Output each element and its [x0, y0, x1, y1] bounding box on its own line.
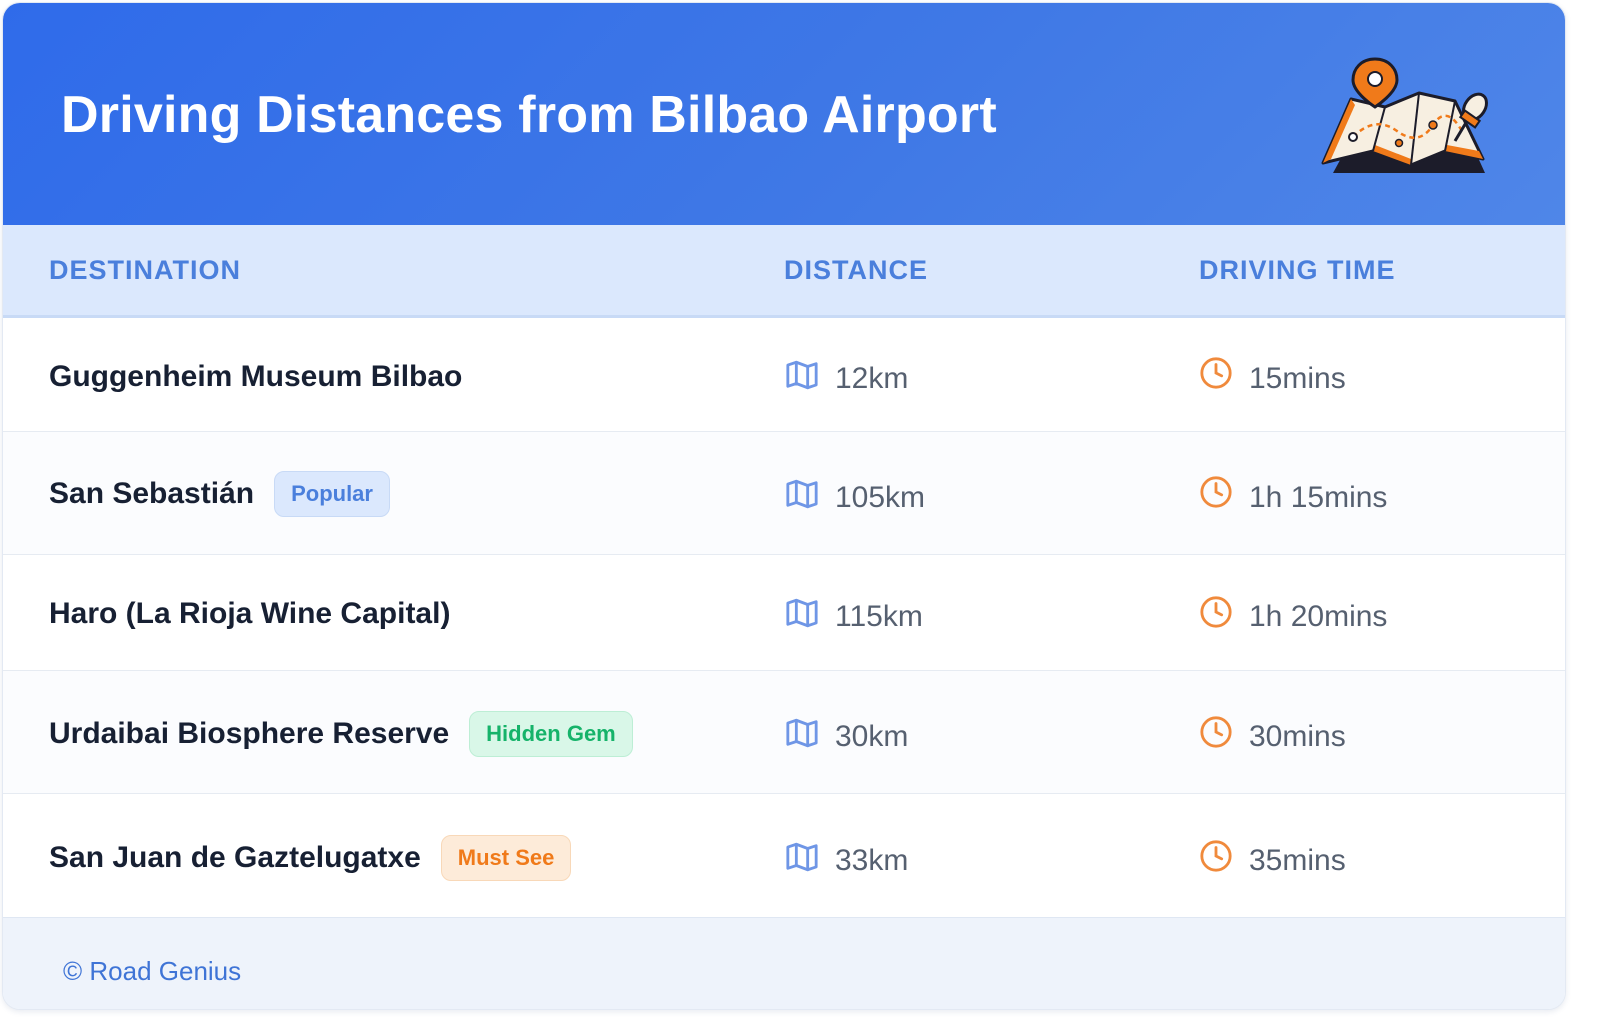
table-row: Guggenheim Museum Bilbao 12km 15mins	[3, 318, 1565, 432]
destination-cell: San Juan de Gaztelugatxe Must See	[49, 835, 572, 881]
card-header: Driving Distances from Bilbao Airport	[3, 3, 1565, 225]
map-icon	[786, 479, 818, 509]
clock-icon	[1200, 596, 1232, 628]
time-value: 35mins	[1249, 844, 1346, 877]
badge-popular: Popular	[274, 471, 390, 517]
destination-cell: Haro (La Rioja Wine Capital)	[49, 592, 450, 636]
card-footer: © Road Genius	[3, 917, 1565, 1009]
clock-icon	[1200, 357, 1232, 389]
clock-icon	[1200, 716, 1232, 748]
map-icon	[786, 718, 818, 748]
map-icon	[786, 360, 818, 390]
badge-hidden-gem: Hidden Gem	[469, 711, 633, 757]
destination-name: Urdaibai Biosphere Reserve	[49, 717, 450, 750]
time-value: 15mins	[1249, 362, 1346, 395]
column-header-distance: DISTANCE	[784, 255, 929, 285]
table-row: San Sebastián Popular 105km 1h 15mins	[3, 432, 1565, 555]
time-value: 1h 20mins	[1249, 600, 1388, 633]
destination-name: Haro (La Rioja Wine Capital)	[49, 597, 451, 630]
time-value: 1h 15mins	[1249, 481, 1388, 514]
table-row: Urdaibai Biosphere Reserve Hidden Gem 30…	[3, 671, 1565, 794]
map-with-pins-icon	[1321, 57, 1488, 173]
table-header: DESTINATION DISTANCE DRIVING TIME	[3, 225, 1565, 318]
table-row: San Juan de Gaztelugatxe Must See 33km 3…	[3, 794, 1565, 916]
distance-value: 115km	[835, 600, 923, 633]
distance-card: Driving Distances from Bilbao Airport DE…	[2, 2, 1566, 1010]
column-header-driving-time: DRIVING TIME	[1199, 255, 1396, 285]
page-title: Driving Distances from Bilbao Airport	[61, 86, 997, 144]
map-icon	[786, 598, 818, 628]
column-header-destination: DESTINATION	[49, 255, 241, 285]
distance-value: 12km	[835, 362, 909, 395]
copyright-text: © Road Genius	[63, 956, 242, 986]
distance-value: 33km	[835, 844, 909, 877]
distance-value: 30km	[835, 720, 909, 753]
destination-cell: Urdaibai Biosphere Reserve Hidden Gem	[49, 711, 633, 757]
distance-value: 105km	[835, 481, 926, 514]
destination-cell: Guggenheim Museum Bilbao	[49, 355, 462, 399]
destination-name: San Sebastián	[49, 477, 255, 510]
clock-icon	[1200, 476, 1232, 508]
destination-name: Guggenheim Museum Bilbao	[49, 360, 463, 393]
table-row: Haro (La Rioja Wine Capital) 115km 1h 20…	[3, 555, 1565, 671]
map-icon	[786, 842, 818, 872]
clock-icon	[1200, 840, 1232, 872]
time-value: 30mins	[1249, 720, 1346, 753]
badge-must-see: Must See	[440, 835, 572, 881]
destination-cell: San Sebastián Popular	[49, 471, 390, 517]
destination-name: San Juan de Gaztelugatxe	[49, 841, 421, 874]
